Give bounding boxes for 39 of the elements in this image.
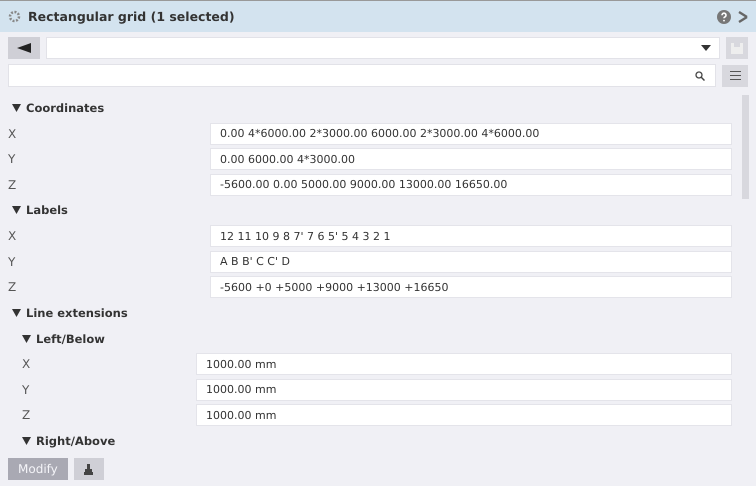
menu-icon [730,71,740,80]
expand-toggle-icon [22,334,31,343]
expand-toggle-icon [12,308,21,317]
search-field[interactable] [8,64,716,87]
input-field[interactable]: 1000.00 mm [196,404,732,426]
field-label: Y [8,254,16,269]
field-label: X [21,357,32,372]
input-field[interactable]: 0.00 4*6000.00 2*3000.00 6000.00 2*3000.00 4*6000.00 [210,122,732,145]
expand-toggle-icon [12,104,21,112]
input-field[interactable]: 12 11 10 9 8 7' 7 6 5' 5 4 3 2 1 [210,225,732,248]
input-field[interactable]: -5600.00 0.00 5000.00 9000.00 13000.00 16650.00 [210,174,732,196]
field-label: Z [8,280,18,294]
dropdown-field[interactable] [46,37,720,59]
section-header[interactable]: Line extensions [8,300,128,326]
field-label: X [8,229,18,244]
menu-button[interactable] [722,64,748,86]
help-icon[interactable] [717,10,731,24]
search-icon [695,70,705,80]
input-field[interactable]: 0.00 6000.00 4*3000.00 [210,148,732,170]
field-label: Z [21,408,32,422]
input-field[interactable]: A B B' C C' D [210,250,732,273]
back-icon [17,43,31,53]
window-title: Rectangular grid (1 selected) [28,9,236,24]
section-header[interactable]: Labels [8,197,68,224]
section-header[interactable]: Right/Above [8,428,116,454]
field-label: Y [21,382,30,397]
expand-toggle-icon [12,206,21,214]
section-header[interactable]: Left/Below [8,326,105,352]
input-field[interactable]: 1000.00 mm [196,378,732,401]
field-label: Y [8,152,16,166]
field-label: Z [8,178,18,192]
expand-toggle-icon [22,437,31,446]
input-field[interactable]: 1000.00 mm [196,353,732,376]
caret-icon [701,45,711,51]
field-label: X [8,126,18,141]
back-button[interactable] [8,37,40,59]
gear-icon [8,10,21,23]
input-field[interactable]: -5600 +0 +5000 +9000 +13000 +16650 [210,276,732,298]
section-header[interactable]: Coordinates [8,95,104,121]
